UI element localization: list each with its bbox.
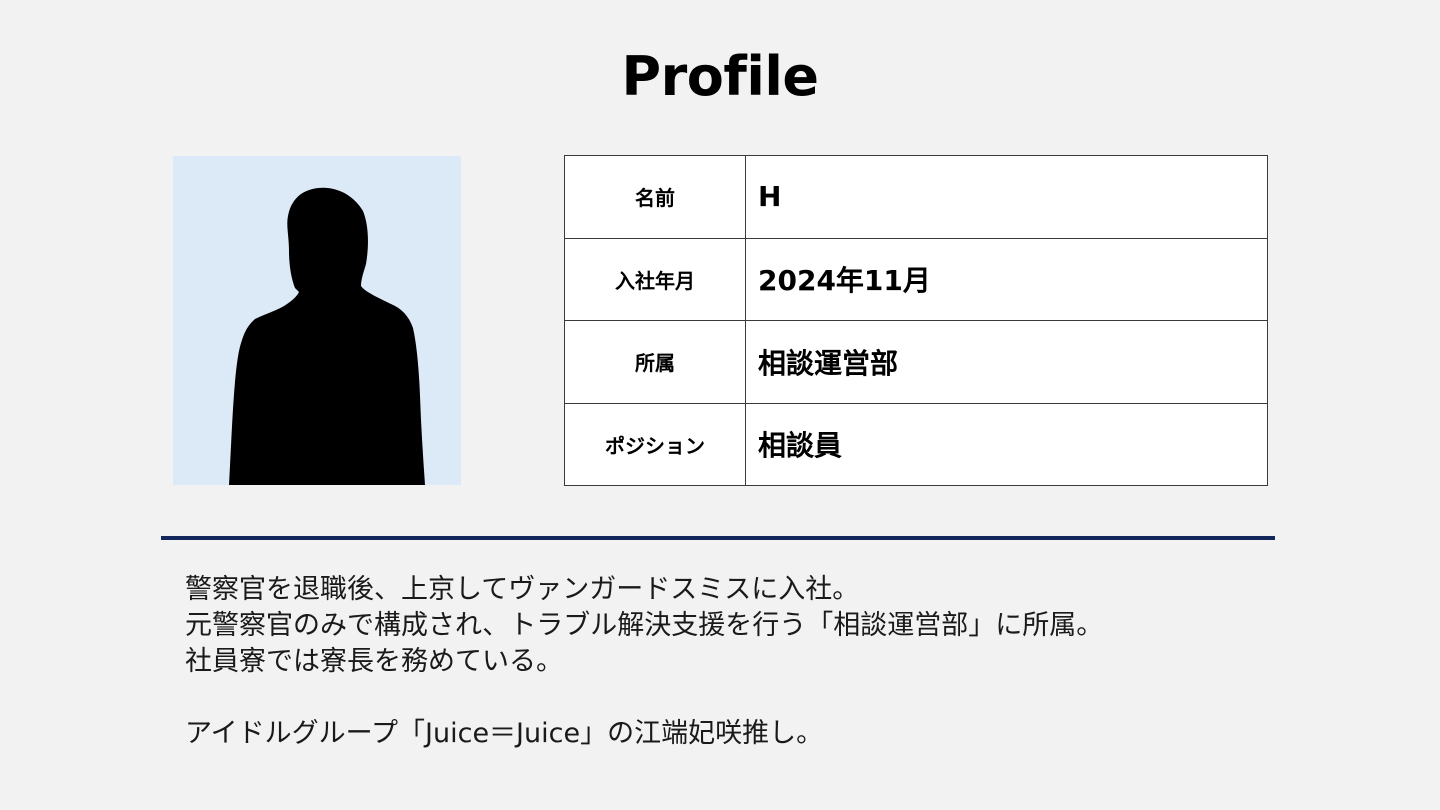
profile-photo	[173, 156, 461, 485]
table-row: 入社年月 2024年11月	[564, 237, 1268, 321]
description-line: アイドルグループ「Juice＝Juice」の江端妃咲推し。	[185, 718, 824, 749]
department-label: 所属	[564, 320, 746, 404]
name-label: 名前	[564, 155, 746, 239]
page-title: Profile	[621, 45, 819, 108]
description-line: 元警察官のみで構成され、トラブル解決支援を行う「相談運営部」に所属。	[185, 610, 1104, 641]
table-row: 名前 H	[564, 155, 1268, 239]
table-row: 所属 相談運営部	[564, 320, 1268, 404]
table-row: ポジション 相談員	[564, 402, 1268, 486]
position-value: 相談員	[745, 402, 1268, 486]
join-date-label: 入社年月	[564, 237, 746, 321]
description-line: 警察官を退職後、上京してヴァンガードスミスに入社。	[185, 574, 860, 605]
name-value: H	[745, 155, 1268, 239]
description-line: 社員寮では寮長を務めている。	[185, 646, 563, 677]
department-value: 相談運営部	[745, 320, 1268, 404]
position-label: ポジション	[564, 402, 746, 486]
join-date-value: 2024年11月	[745, 237, 1268, 321]
person-silhouette-icon	[229, 187, 425, 485]
profile-description: 警察官を退職後、上京してヴァンガードスミスに入社。 元警察官のみで構成され、トラ…	[185, 572, 1285, 752]
section-divider	[161, 536, 1275, 540]
profile-table: 名前 H 入社年月 2024年11月 所属 相談運営部 ポジション 相談員	[564, 155, 1268, 486]
